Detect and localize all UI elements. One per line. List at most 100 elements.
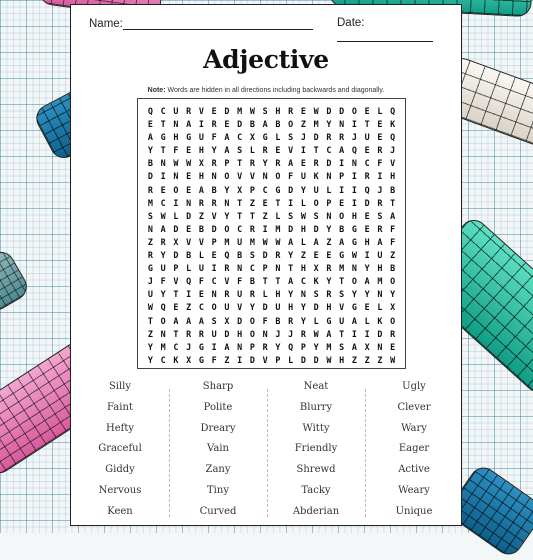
grid-letter[interactable]: M: [272, 223, 285, 236]
grid-letter[interactable]: Q: [284, 341, 297, 354]
grid-letter[interactable]: C: [208, 275, 221, 288]
grid-letter[interactable]: H: [361, 236, 374, 249]
grid-letter[interactable]: Z: [259, 210, 272, 223]
grid-letter[interactable]: W: [310, 105, 323, 118]
grid-letter[interactable]: Y: [272, 341, 285, 354]
grid-letter[interactable]: O: [221, 170, 234, 183]
grid-letter[interactable]: N: [374, 341, 387, 354]
grid-letter[interactable]: P: [297, 341, 310, 354]
grid-letter[interactable]: F: [386, 236, 399, 249]
grid-letter[interactable]: D: [170, 223, 183, 236]
grid-letter[interactable]: A: [221, 131, 234, 144]
grid-letter[interactable]: A: [335, 144, 348, 157]
grid-letter[interactable]: R: [259, 341, 272, 354]
grid-letter[interactable]: Y: [221, 184, 234, 197]
grid-letter[interactable]: N: [374, 288, 387, 301]
grid-letter[interactable]: G: [348, 236, 361, 249]
grid-letter[interactable]: Y: [144, 341, 157, 354]
grid-letter[interactable]: T: [361, 118, 374, 131]
grid-letter[interactable]: A: [374, 236, 387, 249]
grid-letter[interactable]: E: [361, 223, 374, 236]
grid-letter[interactable]: O: [335, 210, 348, 223]
grid-letter[interactable]: C: [157, 354, 170, 367]
grid-letter[interactable]: U: [144, 288, 157, 301]
grid-letter[interactable]: Y: [297, 315, 310, 328]
grid-letter[interactable]: N: [323, 210, 336, 223]
grid-letter[interactable]: R: [374, 197, 387, 210]
grid-letter[interactable]: Z: [374, 354, 387, 367]
grid-letter[interactable]: U: [233, 288, 246, 301]
grid-letter[interactable]: F: [208, 131, 221, 144]
grid-letter[interactable]: R: [221, 288, 234, 301]
grid-letter[interactable]: E: [221, 118, 234, 131]
grid-letter[interactable]: E: [208, 105, 221, 118]
grid-letter[interactable]: N: [233, 341, 246, 354]
grid-letter[interactable]: Q: [144, 105, 157, 118]
grid-letter[interactable]: S: [144, 210, 157, 223]
grid-letter[interactable]: L: [246, 144, 259, 157]
grid-letter[interactable]: R: [272, 157, 285, 170]
grid-letter[interactable]: I: [170, 197, 183, 210]
grid-letter[interactable]: T: [170, 288, 183, 301]
grid-letter[interactable]: L: [374, 105, 387, 118]
grid-letter[interactable]: U: [297, 170, 310, 183]
grid-letter[interactable]: L: [170, 210, 183, 223]
name-blank-line[interactable]: [122, 17, 313, 30]
grid-letter[interactable]: A: [170, 315, 183, 328]
grid-letter[interactable]: O: [386, 275, 399, 288]
grid-letter[interactable]: E: [297, 105, 310, 118]
grid-letter[interactable]: X: [386, 301, 399, 314]
grid-letter[interactable]: B: [195, 223, 208, 236]
grid-letter[interactable]: U: [195, 262, 208, 275]
grid-letter[interactable]: M: [246, 236, 259, 249]
grid-letter[interactable]: V: [221, 275, 234, 288]
grid-letter[interactable]: J: [284, 328, 297, 341]
grid-letter[interactable]: Y: [386, 288, 399, 301]
grid-letter[interactable]: W: [386, 354, 399, 367]
grid-letter[interactable]: O: [170, 184, 183, 197]
grid-letter[interactable]: I: [195, 118, 208, 131]
grid-letter[interactable]: G: [335, 249, 348, 262]
grid-letter[interactable]: C: [246, 262, 259, 275]
grid-letter[interactable]: B: [335, 223, 348, 236]
grid-letter[interactable]: D: [182, 210, 195, 223]
grid-letter[interactable]: Q: [386, 105, 399, 118]
grid-letter[interactable]: E: [361, 301, 374, 314]
grid-letter[interactable]: H: [272, 288, 285, 301]
grid-letter[interactable]: Y: [323, 118, 336, 131]
grid-letter[interactable]: M: [374, 275, 387, 288]
grid-letter[interactable]: R: [335, 131, 348, 144]
grid-letter[interactable]: M: [310, 118, 323, 131]
grid-letter[interactable]: N: [348, 262, 361, 275]
grid-letter[interactable]: F: [208, 354, 221, 367]
grid-letter[interactable]: J: [182, 341, 195, 354]
grid-letter[interactable]: H: [348, 210, 361, 223]
grid-letter[interactable]: I: [182, 288, 195, 301]
grid-letter[interactable]: M: [221, 236, 234, 249]
grid-letter[interactable]: E: [182, 170, 195, 183]
grid-letter[interactable]: D: [323, 157, 336, 170]
grid-letter[interactable]: E: [297, 157, 310, 170]
grid-letter[interactable]: Y: [348, 288, 361, 301]
grid-letter[interactable]: M: [335, 262, 348, 275]
grid-letter[interactable]: Z: [195, 210, 208, 223]
grid-letter[interactable]: W: [310, 328, 323, 341]
grid-letter[interactable]: E: [157, 184, 170, 197]
grid-letter[interactable]: W: [144, 301, 157, 314]
grid-letter[interactable]: W: [182, 157, 195, 170]
grid-letter[interactable]: I: [297, 144, 310, 157]
grid-letter[interactable]: Y: [157, 249, 170, 262]
grid-letter[interactable]: N: [335, 118, 348, 131]
grid-letter[interactable]: H: [323, 301, 336, 314]
grid-letter[interactable]: T: [233, 197, 246, 210]
grid-letter[interactable]: J: [144, 275, 157, 288]
grid-letter[interactable]: D: [323, 105, 336, 118]
grid-letter[interactable]: Y: [246, 301, 259, 314]
grid-letter[interactable]: V: [170, 275, 183, 288]
grid-letter[interactable]: B: [233, 249, 246, 262]
grid-letter[interactable]: S: [208, 315, 221, 328]
grid-letter[interactable]: T: [246, 210, 259, 223]
grid-letter[interactable]: Q: [348, 144, 361, 157]
grid-letter[interactable]: C: [157, 105, 170, 118]
grid-letter[interactable]: Y: [144, 354, 157, 367]
